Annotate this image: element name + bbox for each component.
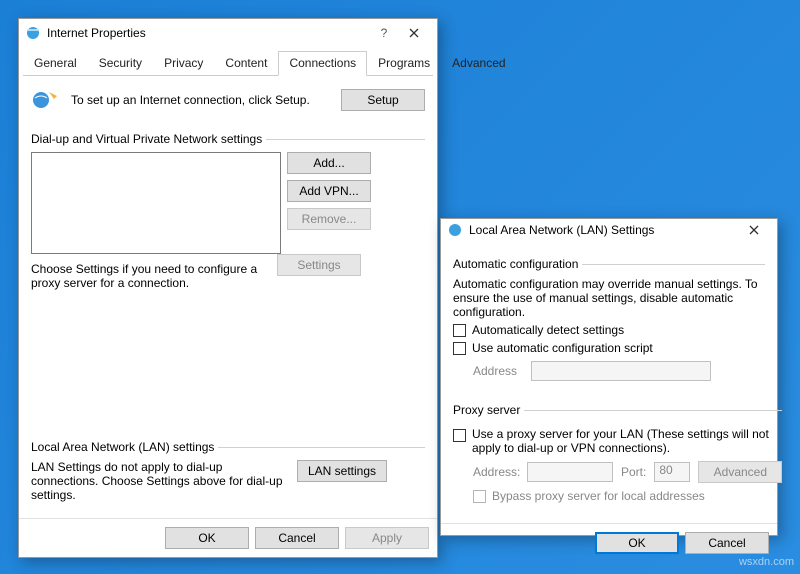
lan-hint: LAN Settings do not apply to dial-up con…: [31, 460, 291, 502]
tab-advanced[interactable]: Advanced: [441, 51, 516, 76]
lan-settings-button[interactable]: LAN settings: [297, 460, 387, 482]
add-vpn-button[interactable]: Add VPN...: [287, 180, 371, 202]
dial-settings-button: Settings: [277, 254, 361, 276]
ok-button[interactable]: OK: [595, 532, 679, 554]
tabs-bar: General Security Privacy Content Connect…: [23, 51, 433, 76]
dialog-footer: OK Cancel: [441, 523, 777, 562]
proxy-address-label: Address:: [473, 465, 519, 479]
apply-button: Apply: [345, 527, 429, 549]
proxy-server-legend: Proxy server: [453, 403, 524, 417]
auto-config-group: Automatic configuration Automatic config…: [453, 257, 765, 387]
tab-general[interactable]: General: [23, 51, 88, 76]
tab-security[interactable]: Security: [88, 51, 153, 76]
help-button[interactable]: ?: [371, 22, 397, 44]
ok-button[interactable]: OK: [165, 527, 249, 549]
auto-script-checkbox[interactable]: Use automatic configuration script: [453, 341, 765, 355]
use-proxy-checkbox[interactable]: Use a proxy server for your LAN (These s…: [453, 427, 782, 455]
tab-programs[interactable]: Programs: [367, 51, 441, 76]
proxy-advanced-button: Advanced: [698, 461, 782, 483]
internet-properties-window: Internet Properties ? General Security P…: [18, 18, 438, 558]
script-address-label: Address: [473, 364, 523, 378]
proxy-address-input: [527, 462, 613, 482]
add-button[interactable]: Add...: [287, 152, 371, 174]
close-button[interactable]: [737, 219, 771, 241]
close-button[interactable]: [397, 22, 431, 44]
lan-pane: Automatic configuration Automatic config…: [441, 241, 777, 523]
lan-settings-group: Local Area Network (LAN) settings LAN Se…: [31, 440, 425, 502]
auto-config-legend: Automatic configuration: [453, 257, 582, 271]
setup-hint: To set up an Internet connection, click …: [71, 93, 329, 107]
auto-detect-checkbox[interactable]: Automatically detect settings: [453, 323, 765, 337]
proxy-port-label: Port:: [621, 465, 646, 479]
window-title: Internet Properties: [47, 26, 371, 40]
watermark: wsxdn.com: [739, 556, 794, 568]
cancel-button[interactable]: Cancel: [685, 532, 769, 554]
proxy-server-group: Proxy server Use a proxy server for your…: [453, 403, 782, 507]
tab-connections[interactable]: Connections: [278, 51, 367, 76]
dialup-vpn-legend: Dial-up and Virtual Private Network sett…: [31, 132, 266, 146]
dialog-footer: OK Cancel Apply: [19, 518, 437, 557]
lan-settings-window: Local Area Network (LAN) Settings Automa…: [440, 218, 778, 536]
bypass-local-checkbox: Bypass proxy server for local addresses: [473, 489, 782, 503]
tab-content[interactable]: Content: [214, 51, 278, 76]
remove-button: Remove...: [287, 208, 371, 230]
internet-options-icon: [25, 25, 41, 41]
globe-wizard-icon: [31, 86, 59, 114]
dialup-vpn-group: Dial-up and Virtual Private Network sett…: [31, 132, 425, 290]
setup-button[interactable]: Setup: [341, 89, 425, 111]
proxy-port-input: 80: [654, 462, 690, 482]
connections-listbox[interactable]: [31, 152, 281, 254]
connections-pane: To set up an Internet connection, click …: [19, 76, 437, 518]
titlebar[interactable]: Internet Properties ?: [19, 19, 437, 47]
cancel-button[interactable]: Cancel: [255, 527, 339, 549]
tab-privacy[interactable]: Privacy: [153, 51, 214, 76]
internet-options-icon: [447, 222, 463, 238]
script-address-input: [531, 361, 711, 381]
window-title: Local Area Network (LAN) Settings: [469, 223, 737, 237]
titlebar[interactable]: Local Area Network (LAN) Settings: [441, 219, 777, 241]
lan-settings-legend: Local Area Network (LAN) settings: [31, 440, 218, 454]
auto-config-hint: Automatic configuration may override man…: [453, 277, 765, 319]
dialup-hint: Choose Settings if you need to configure…: [31, 262, 271, 290]
